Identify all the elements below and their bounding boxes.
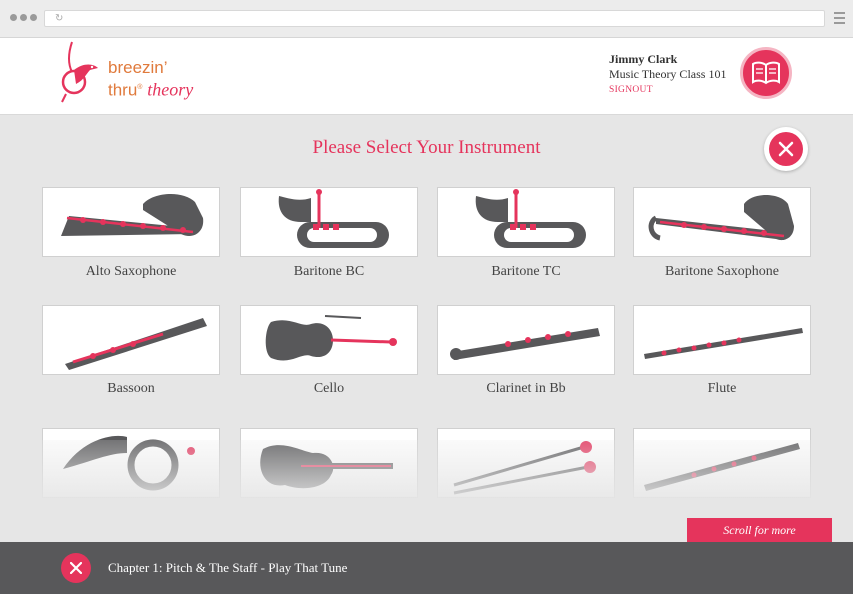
address-bar[interactable]: ↻ bbox=[44, 10, 825, 27]
logo-wordmark: breezin’ thru® theory bbox=[108, 58, 193, 101]
instrument-label: Clarinet in Bb bbox=[486, 381, 566, 396]
window-dot-icon bbox=[20, 14, 27, 21]
chapter-title: Chapter 1: Pitch & The Staff - Play That… bbox=[108, 560, 348, 575]
close-icon bbox=[70, 562, 82, 574]
logo-theory: theory bbox=[147, 79, 194, 100]
footer-close-button[interactable] bbox=[61, 553, 91, 583]
instrument-label: Bassoon bbox=[107, 381, 155, 396]
app-header: breezin’ thru® theory Jimmy Clark Music … bbox=[0, 38, 853, 115]
reload-icon[interactable]: ↻ bbox=[55, 13, 63, 24]
instrument-label: Baritone TC bbox=[491, 264, 561, 279]
menu-icon[interactable] bbox=[834, 12, 845, 27]
baritone-saxophone-icon bbox=[648, 195, 794, 241]
logo-line1: breezin’ bbox=[108, 58, 168, 77]
instrument-card-baritone-bc[interactable] bbox=[240, 187, 418, 257]
user-class: Music Theory Class 101 bbox=[609, 67, 727, 81]
user-info: Jimmy Clark Music Theory Class 101 SIGNO… bbox=[609, 52, 726, 98]
chapter-footer: Chapter 1: Pitch & The Staff - Play That… bbox=[0, 542, 853, 594]
bassoon-icon bbox=[65, 318, 207, 370]
instrument-label: Alto Saxophone bbox=[85, 264, 177, 279]
instrument-label: Baritone Saxophone bbox=[665, 264, 779, 279]
signout-link[interactable]: SIGNOUT bbox=[609, 83, 726, 98]
instrument-label: Cello bbox=[313, 381, 345, 396]
logo-thru: thru bbox=[108, 80, 138, 100]
browser-bar: ↻ bbox=[0, 0, 853, 38]
instrument-card-flute[interactable] bbox=[633, 305, 811, 375]
clarinet-icon bbox=[450, 328, 600, 360]
user-name: Jimmy Clark bbox=[609, 52, 678, 66]
instrument-card-clarinet[interactable] bbox=[437, 305, 615, 375]
close-icon bbox=[778, 141, 794, 157]
logo-line2: thru® theory bbox=[108, 79, 194, 100]
scroll-for-more-button[interactable]: Scroll for more bbox=[687, 518, 832, 542]
saxophone-icon bbox=[61, 193, 204, 237]
instrument-card-baritone-tc[interactable] bbox=[437, 187, 615, 257]
bird-logo-icon bbox=[61, 41, 98, 103]
window-dot-icon bbox=[30, 14, 37, 21]
instrument-card-bassoon[interactable] bbox=[42, 305, 220, 375]
close-button[interactable] bbox=[764, 127, 808, 171]
instrument-label: Flute bbox=[707, 381, 737, 396]
instrument-label: Baritone BC bbox=[293, 264, 365, 279]
flute-icon bbox=[644, 328, 803, 359]
page-title: Please Select Your Instrument bbox=[312, 137, 541, 158]
instrument-card-cello[interactable] bbox=[240, 305, 418, 375]
instrument-card-alto-saxophone[interactable] bbox=[42, 187, 220, 257]
instrument-card-baritone-saxophone[interactable] bbox=[633, 187, 811, 257]
book-icon bbox=[752, 61, 780, 85]
book-button[interactable] bbox=[740, 47, 792, 99]
window-dot-icon bbox=[10, 14, 17, 21]
baritone-icon bbox=[278, 189, 389, 248]
cello-icon bbox=[265, 315, 397, 361]
baritone-icon bbox=[475, 189, 586, 248]
